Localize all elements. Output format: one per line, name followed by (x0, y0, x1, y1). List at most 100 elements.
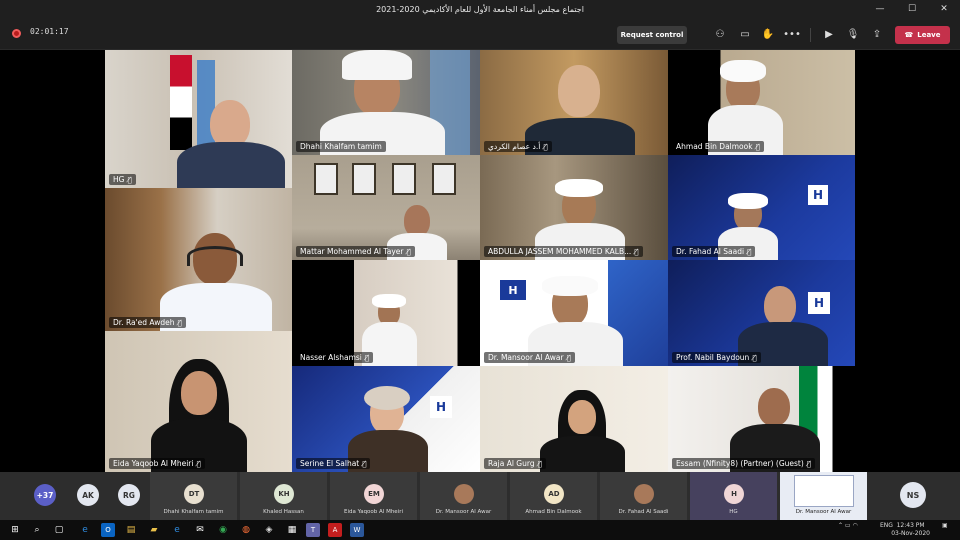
participant-avatar[interactable]: AK (77, 484, 99, 506)
participant-name: Serine El Salhat 🎙̸ (296, 458, 371, 469)
participant-name: Prof. Nabil Baydoun 🎙̸ (672, 352, 761, 363)
mic-muted-icon: 🎙̸ (634, 247, 639, 256)
windows-taskbar: ⊞ ⌕ ▢ e O ▤ ▰ e ✉ ◉ ◍ ◈ ▦ T A W ⌃ ▭ ◠ EN… (0, 520, 960, 540)
participant-name: Eida Yaqoob Al Mheiri 🎙̸ (109, 458, 205, 469)
notification-icon[interactable]: ▣ (942, 522, 948, 529)
more-actions-icon[interactable]: ••• (783, 27, 801, 41)
participant-tile[interactable]: EM Eida Yaqoob Al Mheiri (330, 472, 418, 520)
participant-name: Dhahi Khalfam tamim (296, 141, 386, 152)
mic-off-icon[interactable]: 🎙 (846, 27, 860, 41)
mic-muted-icon: 🎙̸ (755, 142, 760, 151)
video-tile[interactable]: Nasser Alshamsi 🎙̸ (292, 260, 480, 366)
mic-muted-icon: 🎙̸ (543, 142, 548, 151)
edge-icon[interactable]: e (78, 523, 92, 537)
participant-name: Dr. Mansoor Al Awar 🎙̸ (484, 352, 575, 363)
participant-name: HG 🎙̸ (109, 174, 136, 185)
video-tile[interactable]: Dhahi Khalfam tamim (292, 50, 480, 155)
mic-muted-icon: 🎙̸ (177, 318, 182, 327)
mic-muted-icon: 🎙̸ (566, 353, 571, 362)
participant-name: Ahmad Bin Dalmook 🎙̸ (672, 141, 764, 152)
video-tile[interactable]: HG 🎙̸ (105, 50, 292, 188)
window-controls: — ☐ ✕ (864, 0, 960, 18)
mic-muted-icon: 🎙̸ (362, 459, 367, 468)
self-avatar[interactable]: NS (900, 482, 926, 508)
participant-name: أ.د عصام الكردي 🎙̸ (484, 141, 552, 152)
video-tile[interactable]: H Dr. Mansoor Al Awar 🎙̸ (480, 260, 668, 366)
participant-avatar: DT (184, 484, 204, 504)
system-clock[interactable]: 12:43 PM 03-Nov-2020 (891, 522, 930, 538)
shared-screen-thumbnail (794, 475, 854, 507)
video-tile[interactable]: H Prof. Nabil Baydoun 🎙̸ (668, 260, 855, 366)
video-tile[interactable]: ABDULLA JASSEM MOHAMMED KALB... 🎙̸ (480, 155, 668, 260)
chat-icon[interactable]: ▭ (738, 27, 752, 41)
participant-tile[interactable]: AD Ahmad Bin Dalmook (510, 472, 598, 520)
mic-muted-icon: 🎙̸ (747, 247, 752, 256)
mic-muted-icon: 🎙̸ (364, 353, 370, 362)
teams-icon[interactable]: T (306, 523, 320, 537)
maximize-button[interactable]: ☐ (896, 0, 928, 18)
participant-avatar: AD (544, 484, 564, 504)
store-icon[interactable]: ▤ (124, 523, 138, 537)
leave-label: Leave (917, 31, 941, 39)
camera-off-icon[interactable]: ▶ (822, 27, 836, 41)
windows-start-icon[interactable]: ⊞ (8, 523, 22, 537)
title-bar: اجتماع مجلس أمناء الجامعة الأول للعام ال… (0, 0, 960, 18)
video-tile[interactable]: Raja Al Gurg 🎙̸ (480, 366, 668, 472)
participants-icon[interactable]: ⚇ (713, 27, 727, 41)
video-tile[interactable]: Eida Yaqoob Al Mheiri 🎙̸ (105, 331, 292, 472)
participant-name: Dr. Fahad Al Saadi 🎙̸ (672, 246, 756, 257)
outlook-icon[interactable]: O (101, 523, 115, 537)
video-tile[interactable]: Dr. Ra'ed Awdeh 🎙̸ (105, 188, 292, 331)
participant-tile[interactable]: Dr. Mansoor Al Awar (420, 472, 508, 520)
participant-name: Dr. Ra'ed Awdeh 🎙̸ (109, 317, 186, 328)
leave-button[interactable]: ☎ Leave (895, 26, 950, 44)
internet-explorer-icon[interactable]: e (170, 523, 184, 537)
video-tile[interactable]: Ahmad Bin Dalmook 🎙̸ (668, 50, 855, 155)
participant-tile[interactable]: Dr. Mansoor Al Awar (780, 472, 868, 520)
participant-avatar: EM (364, 484, 384, 504)
participant-name: Essam (Nfinity8) (Partner) (Guest) 🎙̸ (672, 458, 815, 469)
mic-muted-icon: 🎙̸ (406, 247, 411, 256)
request-control-button[interactable]: Request control (617, 26, 687, 44)
participant-name: Khaled Hassan (263, 509, 304, 515)
participant-tile[interactable]: KH Khaled Hassan (240, 472, 328, 520)
participant-name: Dhahi Khalfam tamim (163, 509, 224, 515)
app-icon[interactable]: ▦ (285, 523, 299, 537)
participant-name: Dr. Mansoor Al Awar (435, 509, 492, 515)
chrome-icon[interactable]: ◉ (216, 523, 230, 537)
raise-hand-icon[interactable]: ✋ (761, 27, 775, 41)
video-tile[interactable]: Mattar Mohammed Al Tayer 🎙̸ (292, 155, 480, 260)
participant-name: Dr. Mansoor Al Awar (795, 509, 852, 515)
participant-avatar[interactable]: RG (118, 484, 140, 506)
word-icon[interactable]: W (350, 523, 364, 537)
more-participants-button[interactable]: +37 (34, 484, 56, 506)
phone-hangup-icon: ☎ (904, 31, 914, 39)
participant-name: Eida Yaqoob Al Mheiri (343, 509, 404, 515)
close-button[interactable]: ✕ (928, 0, 960, 18)
participant-tile[interactable]: Dr. Fahad Al Saadi (600, 472, 688, 520)
participant-name: Dr. Fahad Al Saadi (618, 509, 669, 515)
participant-name: Nasser Alshamsi 🎙̸ (296, 352, 374, 363)
participant-name: Mattar Mohammed Al Tayer 🎙̸ (296, 246, 415, 257)
share-screen-icon[interactable]: ⇪ (870, 27, 884, 41)
teams-meeting-window: اجتماع مجلس أمناء الجامعة الأول للعام ال… (0, 0, 960, 540)
minimize-button[interactable]: — (864, 0, 896, 18)
firefox-icon[interactable]: ◍ (239, 523, 253, 537)
participant-tile[interactable]: DT Dhahi Khalfam tamim (150, 472, 238, 520)
participant-tile[interactable]: H HG (690, 472, 778, 520)
mic-muted-icon: 🎙̸ (806, 459, 811, 468)
network-icon[interactable]: ⌃ ▭ ◠ (838, 522, 858, 529)
video-tile[interactable]: H Dr. Fahad Al Saadi 🎙̸ (668, 155, 855, 260)
video-tile[interactable]: Essam (Nfinity8) (Partner) (Guest) 🎙̸ (668, 366, 855, 472)
file-explorer-icon[interactable]: ▰ (147, 523, 161, 537)
participant-name: HG (729, 509, 738, 515)
video-tile[interactable]: H Serine El Salhat 🎙̸ (292, 366, 480, 472)
search-icon[interactable]: ⌕ (30, 523, 44, 537)
clock-date: 03-Nov-2020 (891, 530, 930, 537)
acrobat-icon[interactable]: A (328, 523, 342, 537)
participant-photo (454, 484, 474, 504)
task-view-icon[interactable]: ▢ (52, 523, 66, 537)
mail-icon[interactable]: ✉ (193, 523, 207, 537)
video-tile[interactable]: أ.د عصام الكردي 🎙̸ (480, 50, 668, 155)
app-icon[interactable]: ◈ (262, 523, 276, 537)
